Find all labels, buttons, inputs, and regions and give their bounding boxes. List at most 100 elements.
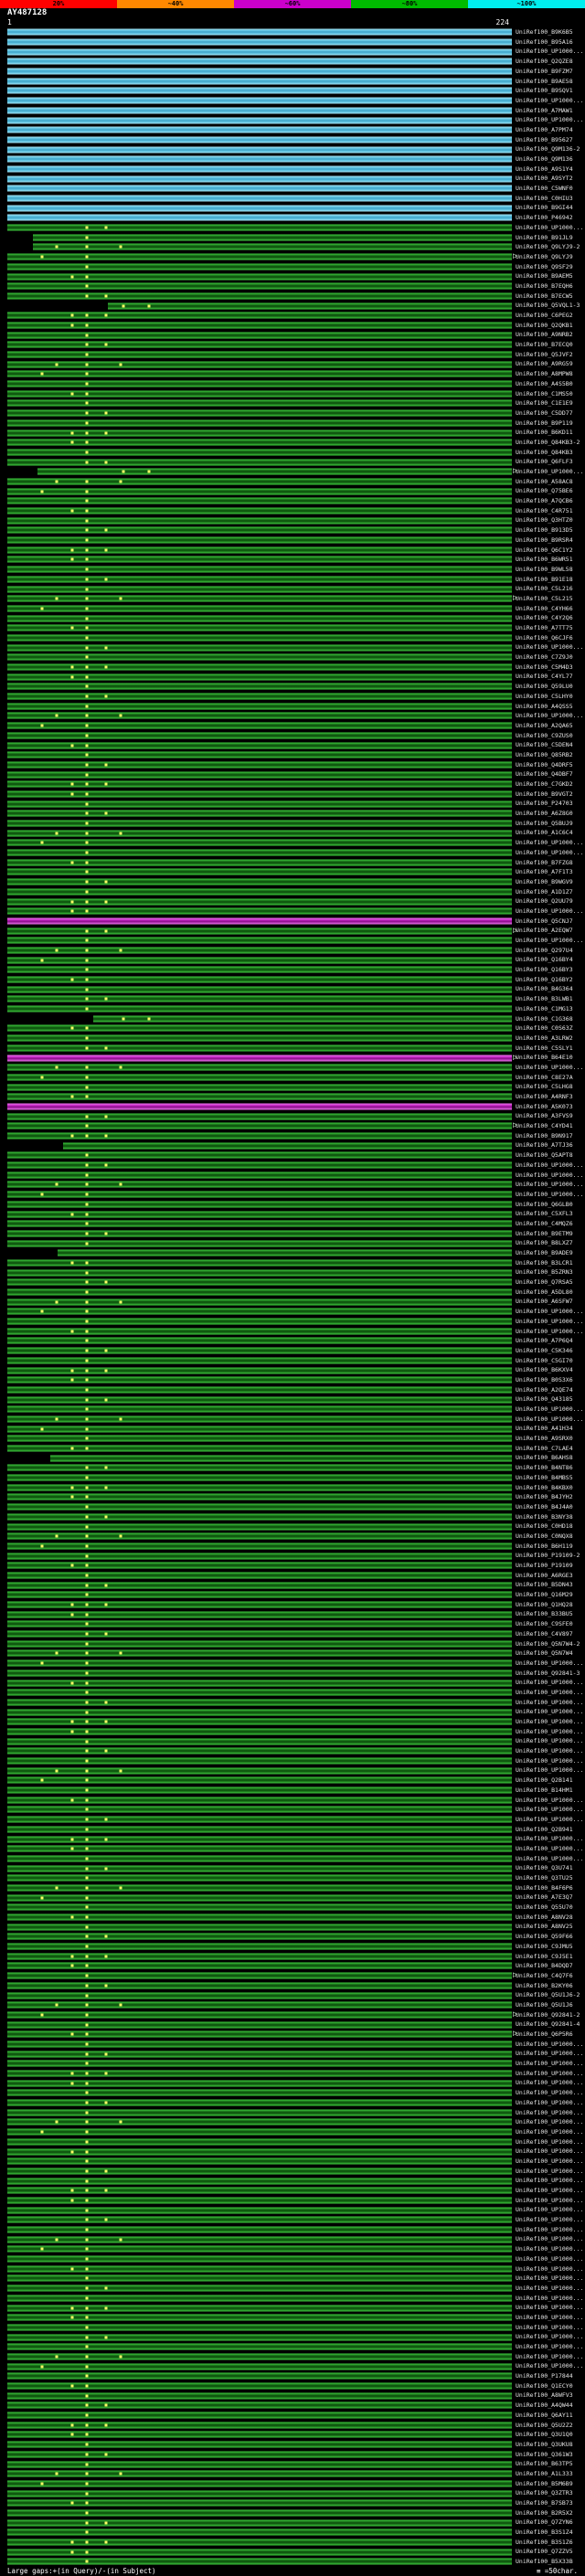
hit-bar[interactable] bbox=[7, 1426, 512, 1433]
hit-row[interactable]: UniRef100_A7MAW1 bbox=[0, 106, 585, 116]
hit-label[interactable]: UniRef100_C9SFE0 bbox=[516, 1621, 573, 1627]
hit-label[interactable]: UniRef100_Q1HQ28 bbox=[516, 1602, 573, 1608]
hit-row[interactable]: UniRef100_UP1000... bbox=[0, 2303, 585, 2313]
hit-bar[interactable] bbox=[7, 2451, 512, 2458]
hit-label[interactable]: UniRef100_UP1000... bbox=[516, 1690, 583, 1696]
hit-label[interactable]: UniRef100_UP1000... bbox=[516, 2344, 583, 2350]
hit-bar[interactable] bbox=[7, 830, 512, 837]
hit-bar[interactable] bbox=[7, 1084, 512, 1091]
hit-label[interactable]: UniRef100_P24703 bbox=[516, 800, 573, 807]
hit-label[interactable]: UniRef100_A4QW44 bbox=[516, 2402, 573, 2409]
hit-label[interactable]: UniRef100_B9GI44 bbox=[516, 205, 573, 211]
hit-label[interactable]: UniRef100_B91E18 bbox=[516, 577, 573, 583]
hit-bar[interactable] bbox=[7, 2109, 512, 2116]
hit-row[interactable]: UniRef100_Q6AY11 bbox=[0, 2411, 585, 2421]
hit-bar[interactable] bbox=[7, 1220, 512, 1227]
hit-bar[interactable] bbox=[7, 2539, 512, 2546]
hit-row[interactable]: UniRef100_A58AC8 bbox=[0, 477, 585, 487]
hit-bar[interactable] bbox=[7, 175, 512, 183]
hit-row[interactable]: UniRef100_A9RG59 bbox=[0, 359, 585, 369]
hit-row[interactable]: UniRef100_Q59F66 bbox=[0, 1932, 585, 1942]
hit-bar[interactable] bbox=[7, 2080, 512, 2087]
hit-bar[interactable] bbox=[7, 957, 512, 964]
hit-bar[interactable] bbox=[7, 1532, 512, 1540]
hit-row[interactable]: UniRef100_C7GKD2 bbox=[0, 779, 585, 790]
hit-label[interactable]: UniRef100_C1E1E9 bbox=[516, 400, 573, 407]
hit-row[interactable]: UniRef100_A1L333 bbox=[0, 2469, 585, 2479]
hit-row[interactable]: UniRef100_UP1000... bbox=[0, 2215, 585, 2225]
hit-label[interactable]: UniRef100_UP1000... bbox=[516, 117, 583, 123]
hit-label[interactable]: UniRef100_B95627 bbox=[516, 137, 573, 143]
hit-row[interactable]: UniRef100_Q16BY3 bbox=[0, 965, 585, 975]
hit-row[interactable]: ▷ UniRef100_A2EQW7 bbox=[0, 926, 585, 936]
hit-row[interactable]: UniRef100_UP1000... bbox=[0, 1326, 585, 1336]
hit-label[interactable]: UniRef100_A5K073 bbox=[516, 1104, 573, 1110]
hit-label[interactable]: UniRef100_Q4DBF7 bbox=[516, 771, 573, 778]
hit-row[interactable]: UniRef100_B9VGT2 bbox=[0, 790, 585, 800]
hit-bar[interactable] bbox=[7, 2470, 512, 2477]
hit-label[interactable]: UniRef100_UP1000... bbox=[516, 2354, 583, 2360]
hit-bar[interactable] bbox=[7, 399, 512, 407]
hit-bar[interactable] bbox=[7, 780, 512, 788]
hit-label[interactable]: UniRef100_C5LHY0 bbox=[516, 694, 573, 700]
hit-row[interactable]: UniRef100_UP1000... bbox=[0, 2352, 585, 2362]
hit-label[interactable]: UniRef100_UP1000... bbox=[516, 2305, 583, 2311]
hit-bar[interactable] bbox=[7, 536, 512, 544]
hit-label[interactable]: UniRef100_UP1000... bbox=[516, 2110, 583, 2116]
hit-label[interactable]: UniRef100_UP1000... bbox=[516, 1172, 583, 1179]
hit-row[interactable]: ▷ UniRef100_Q6P5R6 bbox=[0, 2030, 585, 2040]
hit-label[interactable]: UniRef100_B0S3X6 bbox=[516, 1377, 573, 1383]
hit-row[interactable]: UniRef100_UP1000... bbox=[0, 223, 585, 233]
hit-label[interactable]: UniRef100_UP1000... bbox=[516, 2198, 583, 2204]
hit-bar[interactable] bbox=[7, 917, 512, 925]
hit-bar[interactable] bbox=[7, 2001, 512, 2009]
hit-row[interactable]: UniRef100_UP1000... bbox=[0, 1678, 585, 1688]
hit-label[interactable]: UniRef100_UP1000... bbox=[516, 850, 583, 856]
hit-bar[interactable] bbox=[7, 683, 512, 690]
hit-bar[interactable] bbox=[7, 2011, 512, 2019]
hit-label[interactable]: UniRef100_UP1000... bbox=[516, 1767, 583, 1774]
hit-label[interactable]: UniRef100_Q5U1J6 bbox=[516, 2002, 573, 2009]
hit-row[interactable]: UniRef100_B7EQH6 bbox=[0, 281, 585, 292]
hit-label[interactable]: UniRef100_UP1000... bbox=[516, 2168, 583, 2175]
hit-row[interactable]: UniRef100_B3LCR1 bbox=[0, 1258, 585, 1268]
hit-row[interactable]: UniRef100_Q1HQ28 bbox=[0, 1600, 585, 1610]
hit-label[interactable]: UniRef100_UP1000... bbox=[516, 2325, 583, 2331]
hit-label[interactable]: UniRef100_B2R5X2 bbox=[516, 2510, 573, 2517]
hit-label[interactable]: UniRef100_C5GI70 bbox=[516, 1358, 573, 1364]
hit-label[interactable]: UniRef100_B9VGT2 bbox=[516, 791, 573, 798]
hit-bar[interactable] bbox=[7, 1747, 512, 1754]
hit-bar[interactable] bbox=[7, 322, 512, 329]
hit-label[interactable]: UniRef100_B4DQD7 bbox=[516, 1963, 573, 1969]
hit-bar[interactable] bbox=[7, 898, 512, 906]
hit-label[interactable]: UniRef100_UP1000... bbox=[516, 2178, 583, 2184]
hit-row[interactable]: UniRef100_Q6CJF6 bbox=[0, 633, 585, 643]
hit-bar[interactable] bbox=[7, 2324, 512, 2331]
hit-row[interactable]: UniRef100_Q4DRF5 bbox=[0, 760, 585, 770]
hit-row[interactable]: UniRef100_B913D5 bbox=[0, 525, 585, 535]
hit-label[interactable]: UniRef100_B7ECW5 bbox=[516, 293, 573, 300]
hit-bar[interactable] bbox=[7, 1376, 512, 1383]
hit-row[interactable]: UniRef100_B33BU5 bbox=[0, 1609, 585, 1619]
hit-bar[interactable] bbox=[7, 663, 512, 671]
hit-bar[interactable] bbox=[7, 1689, 512, 1696]
hit-bar[interactable] bbox=[7, 2461, 512, 2468]
hit-row[interactable]: UniRef100_A5DL80 bbox=[0, 1288, 585, 1298]
hit-label[interactable]: UniRef100_UP1000... bbox=[516, 1416, 583, 1423]
hit-row[interactable]: UniRef100_B5ZRN3 bbox=[0, 1267, 585, 1277]
hit-row[interactable]: UniRef100_UP1000... bbox=[0, 1805, 585, 1815]
hit-bar[interactable] bbox=[7, 1786, 512, 1794]
hit-bar[interactable] bbox=[7, 1240, 512, 1247]
hit-row[interactable]: UniRef100_Q92841-4 bbox=[0, 2019, 585, 2030]
hit-label[interactable]: UniRef100_Q6FLF3 bbox=[516, 459, 573, 465]
hit-label[interactable]: UniRef100_A8WFV3 bbox=[516, 2392, 573, 2399]
hit-bar[interactable] bbox=[7, 928, 512, 935]
hit-label[interactable]: UniRef100_B3LWB1 bbox=[516, 996, 573, 1002]
hit-bar[interactable] bbox=[7, 2021, 512, 2029]
hit-label[interactable]: UniRef100_C4MQZ6 bbox=[516, 1221, 573, 1227]
hit-bar[interactable] bbox=[7, 107, 512, 114]
hit-label[interactable]: UniRef100_Q7ZYN6 bbox=[516, 2519, 573, 2526]
hit-label[interactable]: UniRef100_Q5CNJ7 bbox=[516, 918, 573, 925]
hit-row[interactable]: UniRef100_Q6GLB0 bbox=[0, 1200, 585, 1210]
hit-row[interactable]: UniRef100_UP1000... bbox=[0, 1698, 585, 1708]
